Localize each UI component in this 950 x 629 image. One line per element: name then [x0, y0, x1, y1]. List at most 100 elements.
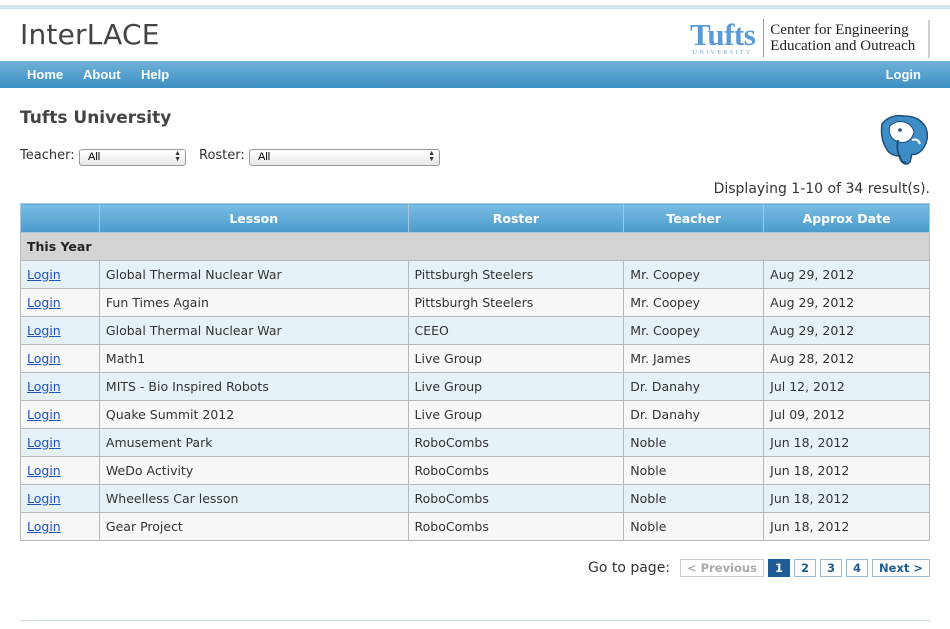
roster-filter-label: Roster: — [199, 148, 245, 163]
logo-divider — [763, 19, 765, 57]
roster-select-value: All — [258, 151, 271, 163]
table-row: Login Quake Summit 2012 Live Group Dr. D… — [20, 400, 930, 429]
date-cell: Jul 09, 2012 — [763, 400, 930, 429]
nav-about[interactable]: About — [83, 61, 121, 88]
lesson-cell: Global Thermal Nuclear War — [98, 260, 409, 289]
lesson-cell: Global Thermal Nuclear War — [98, 316, 409, 345]
roster-cell: Live Group — [407, 344, 625, 373]
lesson-cell: Amusement Park — [98, 428, 409, 457]
date-cell: Jun 18, 2012 — [763, 428, 930, 457]
teacher-cell: Noble — [623, 484, 765, 513]
roster-cell: RoboCombs — [407, 428, 625, 457]
date-cell: Aug 29, 2012 — [763, 288, 930, 317]
table-row: Login Global Thermal Nuclear War CEEO Mr… — [20, 316, 930, 345]
row-login-link[interactable]: Login — [27, 435, 61, 450]
table-row: Login MITS - Bio Inspired Robots Live Gr… — [20, 372, 930, 401]
pagination: Go to page: < Previous 1 2 3 4 Next > — [588, 559, 930, 577]
tufts-logo: Tufts UNIVERSITY — [690, 16, 761, 56]
nav-home[interactable]: Home — [27, 61, 63, 88]
teacher-cell: Dr. Danahy — [623, 372, 765, 401]
pager-label: Go to page: — [587, 560, 671, 576]
table-row: Login Wheelless Car lesson RoboCombs Nob… — [20, 484, 930, 513]
teacher-cell: Noble — [623, 456, 765, 485]
jumbo-mascot-icon — [876, 110, 930, 168]
next-page-button[interactable]: Next > — [872, 559, 930, 577]
date-cell: Aug 28, 2012 — [763, 344, 930, 373]
date-cell: Jun 18, 2012 — [763, 484, 930, 513]
row-login-link[interactable]: Login — [27, 323, 61, 338]
tufts-ceeo-logo: Tufts UNIVERSITY Center for Engineering … — [690, 16, 915, 60]
page-title: Tufts University — [20, 108, 172, 128]
teacher-cell: Noble — [623, 428, 765, 457]
teacher-cell: Mr. Coopey — [623, 260, 765, 289]
date-cell: Jun 18, 2012 — [763, 456, 930, 485]
date-cell: Aug 29, 2012 — [763, 316, 930, 345]
top-rule — [0, 5, 950, 9]
column-header-lesson[interactable]: Lesson — [98, 203, 409, 233]
app-title: InterLACE — [20, 18, 160, 51]
teacher-select[interactable]: All ▲ ▼ — [79, 149, 186, 166]
group-label: This Year — [20, 232, 930, 261]
lesson-cell: Fun Times Again — [98, 288, 409, 317]
ceeo-logo-text: Center for Engineering Education and Out… — [770, 22, 915, 54]
column-header-action — [20, 203, 100, 233]
date-cell: Jul 12, 2012 — [763, 372, 930, 401]
nav-login[interactable]: Login — [886, 61, 921, 88]
lesson-cell: Quake Summit 2012 — [98, 400, 409, 429]
date-cell: Jun 18, 2012 — [763, 512, 930, 541]
roster-cell: RoboCombs — [407, 484, 625, 513]
roster-cell: RoboCombs — [407, 512, 625, 541]
table-row: Login WeDo Activity RoboCombs Noble Jun … — [20, 456, 930, 485]
row-login-link[interactable]: Login — [27, 295, 61, 310]
page-button-2[interactable]: 2 — [793, 559, 816, 577]
teacher-cell: Noble — [623, 512, 765, 541]
column-header-teacher[interactable]: Teacher — [623, 203, 765, 233]
page-button-1[interactable]: 1 — [767, 559, 790, 577]
roster-cell: RoboCombs — [407, 456, 625, 485]
table-row: Login Gear Project RoboCombs Noble Jun 1… — [20, 512, 930, 541]
lesson-cell: Wheelless Car lesson — [98, 484, 409, 513]
header-edge-rule — [928, 20, 930, 58]
column-header-date[interactable]: Approx Date — [763, 203, 930, 233]
row-login-link[interactable]: Login — [27, 463, 61, 478]
row-login-link[interactable]: Login — [27, 519, 61, 534]
group-row: This Year — [20, 232, 930, 261]
table-row: Login Math1 Live Group Mr. James Aug 28,… — [20, 344, 930, 373]
tufts-logo-sub: UNIVERSITY — [692, 49, 753, 56]
teacher-cell: Dr. Danahy — [623, 400, 765, 429]
date-cell: Aug 29, 2012 — [763, 260, 930, 289]
roster-select[interactable]: All ▲ ▼ — [249, 149, 440, 166]
page-button-4[interactable]: 4 — [846, 559, 869, 577]
table-header-row: Lesson Roster Teacher Approx Date — [20, 203, 930, 233]
lessons-table: Lesson Roster Teacher Approx Date This Y… — [20, 203, 930, 541]
select-arrows-icon: ▲ ▼ — [174, 150, 181, 163]
lesson-cell: MITS - Bio Inspired Robots — [98, 372, 409, 401]
row-login-link[interactable]: Login — [27, 379, 61, 394]
table-row: Login Global Thermal Nuclear War Pittsbu… — [20, 260, 930, 289]
teacher-cell: Mr. Coopey — [623, 288, 765, 317]
previous-page-button: < Previous — [680, 559, 764, 577]
footer-rule — [20, 620, 930, 621]
ceeo-line-1: Center for Engineering — [770, 22, 909, 38]
row-login-link[interactable]: Login — [27, 491, 61, 506]
nav-help[interactable]: Help — [141, 61, 169, 88]
row-login-link[interactable]: Login — [27, 351, 61, 366]
column-header-roster[interactable]: Roster — [407, 203, 625, 233]
tufts-logo-word: Tufts — [690, 16, 756, 52]
lesson-cell: WeDo Activity — [98, 456, 409, 485]
teacher-cell: Mr. Coopey — [623, 316, 765, 345]
select-arrows-icon: ▲ ▼ — [428, 150, 435, 163]
navbar: Home About Help Login — [0, 61, 950, 88]
teacher-filter-label: Teacher: — [20, 148, 75, 163]
roster-cell: Pittsburgh Steelers — [407, 288, 625, 317]
roster-cell: Live Group — [407, 400, 625, 429]
page-button-3[interactable]: 3 — [819, 559, 842, 577]
roster-cell: Live Group — [407, 372, 625, 401]
teacher-cell: Mr. James — [623, 344, 765, 373]
row-login-link[interactable]: Login — [27, 267, 61, 282]
result-count: Displaying 1-10 of 34 result(s). — [713, 181, 930, 197]
table-row: Login Fun Times Again Pittsburgh Steeler… — [20, 288, 930, 317]
row-login-link[interactable]: Login — [27, 407, 61, 422]
lesson-cell: Math1 — [98, 344, 409, 373]
ceeo-line-2: Education and Outreach — [770, 38, 916, 54]
